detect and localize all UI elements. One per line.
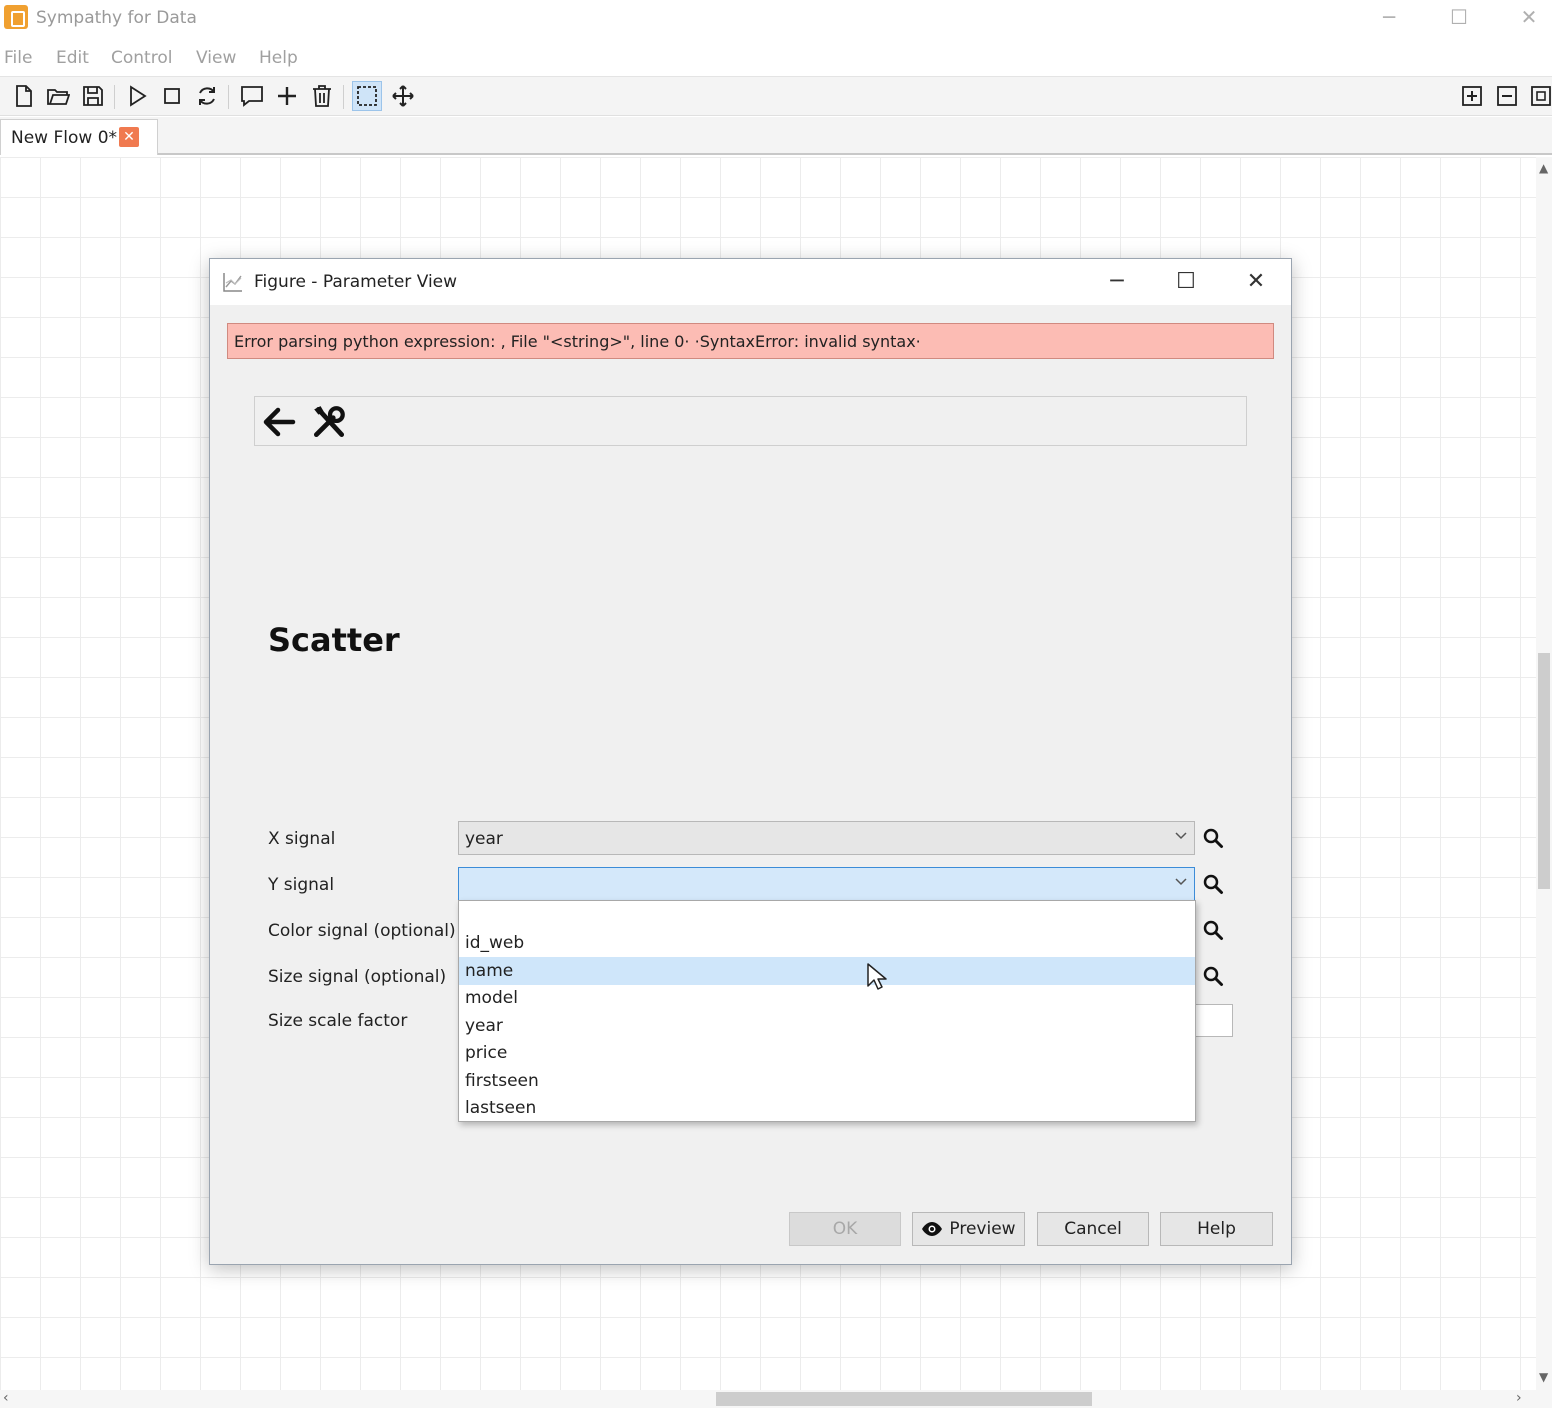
close-button[interactable]: ✕ bbox=[1514, 4, 1544, 30]
preview-button[interactable]: Preview bbox=[912, 1212, 1025, 1246]
menu-bar: File Edit Control View Help bbox=[0, 44, 1552, 72]
menu-file[interactable]: File bbox=[4, 48, 32, 68]
figure-chart-icon bbox=[223, 273, 242, 292]
open-folder-icon[interactable] bbox=[43, 81, 73, 111]
error-message: Error parsing python expression: , File … bbox=[234, 332, 921, 351]
mouse-cursor-icon bbox=[867, 963, 887, 990]
cancel-button[interactable]: Cancel bbox=[1037, 1212, 1149, 1246]
tools-icon[interactable] bbox=[309, 403, 349, 441]
scroll-up-icon[interactable]: ▲ bbox=[1539, 161, 1548, 175]
color-signal-label: Color signal (optional) bbox=[268, 921, 456, 941]
list-item[interactable]: id_web bbox=[459, 929, 1195, 957]
list-item[interactable] bbox=[459, 903, 1195, 931]
tab-label: New Flow 0* bbox=[11, 128, 118, 148]
parameter-dialog: Figure - Parameter View ─ ☐ ✕ Error pars… bbox=[209, 258, 1292, 1265]
vertical-scroll-thumb[interactable] bbox=[1538, 653, 1550, 889]
list-item[interactable]: model bbox=[459, 984, 1195, 1012]
dialog-close-button[interactable]: ✕ bbox=[1238, 267, 1274, 297]
search-icon[interactable] bbox=[1202, 827, 1224, 849]
y-signal-combo[interactable] bbox=[458, 867, 1195, 901]
move-icon[interactable] bbox=[388, 81, 418, 111]
list-item[interactable]: year bbox=[459, 1012, 1195, 1040]
error-banner: Error parsing python expression: , File … bbox=[227, 323, 1274, 359]
back-arrow-icon[interactable] bbox=[259, 403, 299, 441]
figure-nav-bar bbox=[254, 396, 1247, 446]
list-item-highlighted[interactable]: name bbox=[459, 957, 1195, 985]
x-signal-label: X signal bbox=[268, 829, 336, 849]
horizontal-scroll-thumb[interactable] bbox=[716, 1392, 1092, 1406]
size-signal-label: Size signal (optional) bbox=[268, 967, 447, 987]
search-icon[interactable] bbox=[1202, 919, 1224, 941]
ok-button[interactable]: OK bbox=[789, 1212, 901, 1246]
app-titlebar: Sympathy for Data ─ ☐ ✕ bbox=[0, 0, 1552, 36]
eye-icon bbox=[922, 1222, 943, 1236]
zoom-in-icon[interactable] bbox=[1457, 81, 1487, 111]
section-title: Scatter bbox=[268, 621, 400, 659]
search-icon[interactable] bbox=[1202, 965, 1224, 987]
dialog-minimize-button[interactable]: ─ bbox=[1099, 267, 1135, 297]
list-item[interactable]: price bbox=[459, 1039, 1195, 1067]
scroll-right-icon[interactable]: › bbox=[1516, 1390, 1522, 1406]
list-item[interactable]: lastseen bbox=[459, 1094, 1195, 1122]
sympathy-logo-icon bbox=[4, 5, 28, 29]
delete-icon[interactable] bbox=[307, 81, 337, 111]
x-signal-combo[interactable]: year bbox=[458, 821, 1195, 855]
horizontal-scrollbar[interactable]: ‹ › bbox=[0, 1390, 1552, 1408]
menu-help[interactable]: Help bbox=[259, 48, 298, 68]
size-scale-label: Size scale factor bbox=[268, 1011, 408, 1031]
play-icon[interactable] bbox=[122, 81, 152, 111]
tab-new-flow[interactable]: New Flow 0* ✕ bbox=[0, 119, 158, 155]
fit-icon[interactable] bbox=[1526, 81, 1552, 111]
dialog-title: Figure - Parameter View bbox=[254, 272, 458, 292]
zoom-out-icon[interactable] bbox=[1492, 81, 1522, 111]
tab-close-icon[interactable]: ✕ bbox=[119, 127, 139, 147]
minimize-button[interactable]: ─ bbox=[1374, 4, 1404, 30]
select-icon[interactable] bbox=[352, 81, 382, 111]
scroll-down-icon[interactable]: ▼ bbox=[1539, 1370, 1548, 1384]
help-button[interactable]: Help bbox=[1160, 1212, 1273, 1246]
add-icon[interactable] bbox=[272, 81, 302, 111]
save-icon[interactable] bbox=[78, 81, 108, 111]
vertical-scrollbar[interactable]: ▲ ▼ bbox=[1536, 157, 1552, 1390]
flow-tab-bar: New Flow 0* ✕ bbox=[0, 117, 1552, 155]
chevron-down-icon bbox=[1175, 832, 1187, 840]
chevron-down-icon bbox=[1175, 878, 1187, 886]
maximize-button[interactable]: ☐ bbox=[1444, 4, 1474, 30]
x-signal-value: year bbox=[465, 829, 503, 849]
dialog-maximize-button[interactable]: ☐ bbox=[1168, 267, 1204, 297]
new-file-icon[interactable] bbox=[8, 81, 38, 111]
list-item[interactable]: firstseen bbox=[459, 1067, 1195, 1095]
y-signal-label: Y signal bbox=[268, 875, 335, 895]
toolbar bbox=[0, 76, 1552, 116]
toolbar-separator bbox=[114, 85, 115, 109]
app-title: Sympathy for Data bbox=[36, 8, 197, 28]
scroll-left-icon[interactable]: ‹ bbox=[3, 1390, 9, 1406]
y-signal-dropdown: id_web name model year price firstseen l… bbox=[458, 900, 1196, 1122]
stop-icon[interactable] bbox=[157, 81, 187, 111]
size-scale-input[interactable] bbox=[1195, 1004, 1233, 1037]
menu-control[interactable]: Control bbox=[111, 48, 172, 68]
comment-icon[interactable] bbox=[237, 81, 267, 111]
toolbar-separator bbox=[343, 85, 344, 109]
menu-edit[interactable]: Edit bbox=[56, 48, 89, 68]
menu-view[interactable]: View bbox=[196, 48, 236, 68]
search-icon[interactable] bbox=[1202, 873, 1224, 895]
toolbar-separator bbox=[228, 85, 229, 109]
reload-icon[interactable] bbox=[192, 81, 222, 111]
dialog-titlebar: Figure - Parameter View ─ ☐ ✕ bbox=[210, 259, 1291, 305]
